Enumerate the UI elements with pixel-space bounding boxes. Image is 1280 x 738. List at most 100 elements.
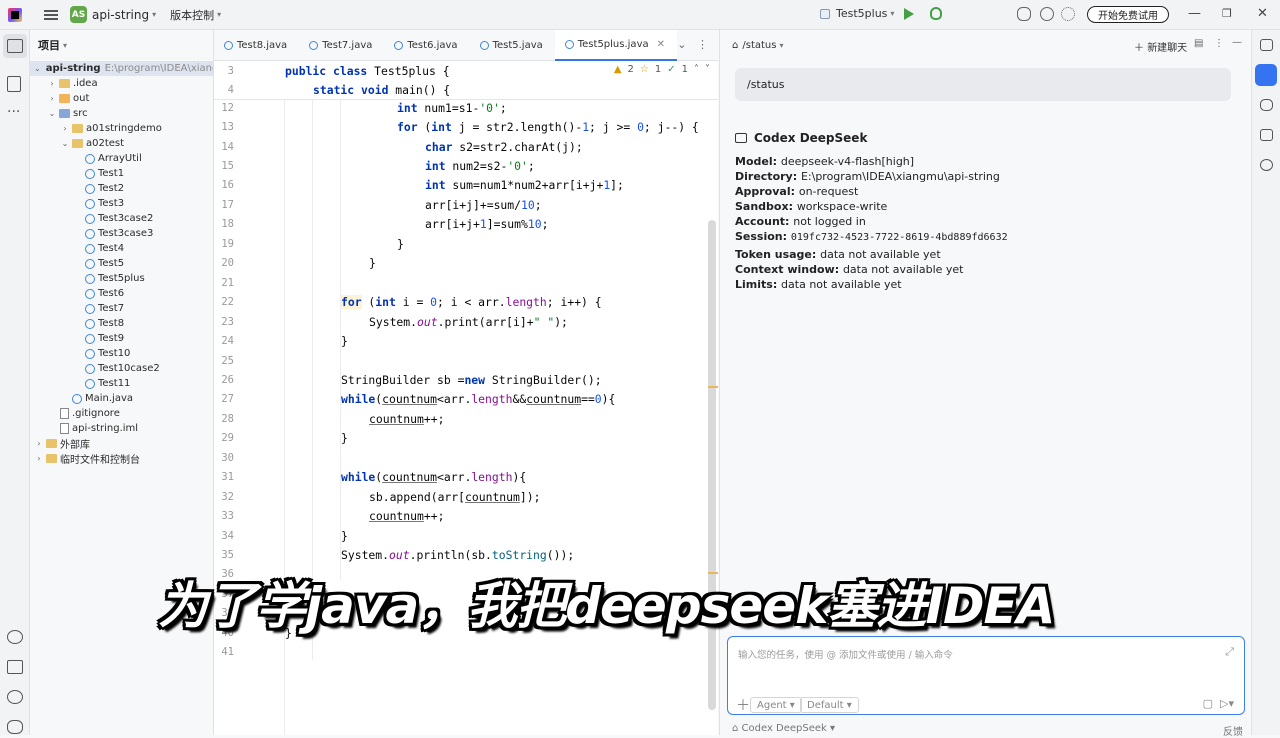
expand-toggle-icon[interactable]: ›: [47, 79, 57, 88]
code-text: int num2=s2-'0';: [425, 159, 535, 174]
tree-item[interactable]: ArrayUtil: [30, 151, 213, 166]
expand-toggle-icon[interactable]: ⌄: [34, 64, 41, 73]
warning-icon: ▲: [613, 64, 622, 75]
notifications-icon[interactable]: [1260, 39, 1273, 51]
add-context-icon[interactable]: ＋: [736, 695, 750, 715]
tree-item[interactable]: › 外部库: [30, 436, 213, 451]
tree-item[interactable]: Test5plus: [30, 271, 213, 286]
java-class-icon: [85, 318, 95, 329]
inspection-widget[interactable]: ▲ 2 ☆ 1 ✓ 1 ˄ ˅: [614, 64, 710, 75]
tree-item[interactable]: Test5: [30, 256, 213, 271]
structure-icon[interactable]: [7, 76, 21, 92]
folder-icon[interactable]: [7, 39, 23, 53]
chat-input[interactable]: 输入您的任务，使用 @ 添加文件或使用 / 输入命令 ⤢ ＋ Agent ▾ D…: [727, 636, 1245, 715]
model-dropdown[interactable]: Default ▾: [800, 697, 859, 713]
run-icon[interactable]: [904, 8, 914, 20]
chevron-up-icon[interactable]: ˄: [694, 64, 699, 75]
database-icon[interactable]: [1260, 99, 1273, 111]
tree-item[interactable]: Main.java: [30, 391, 213, 406]
tree-item[interactable]: › .idea: [30, 76, 213, 91]
tree-item-label: Test10case2: [98, 363, 160, 374]
editor-tab[interactable]: Test8.java: [214, 30, 299, 61]
tree-item[interactable]: api-string.iml: [30, 421, 213, 436]
main-menu-icon[interactable]: [44, 9, 58, 20]
send-icon[interactable]: ▢ ▷▾: [1203, 697, 1234, 710]
search-icon[interactable]: [1040, 7, 1054, 21]
more-tools-icon[interactable]: ···: [7, 104, 20, 120]
editor-tab-label: Test7.java: [322, 39, 373, 51]
minimize-icon[interactable]: —: [1188, 6, 1201, 21]
tree-item-label: Test11: [98, 378, 131, 389]
feedback-link[interactable]: 反馈: [1223, 723, 1243, 738]
assistant-icon[interactable]: [1260, 129, 1273, 141]
tree-item[interactable]: › a01stringdemo: [30, 121, 213, 136]
more-icon[interactable]: ⋮: [1214, 38, 1224, 49]
new-chat-button[interactable]: ＋ 新建聊天: [1134, 39, 1187, 54]
project-switcher[interactable]: api-string: [92, 8, 149, 22]
expand-toggle-icon[interactable]: ›: [34, 454, 44, 463]
problems-icon[interactable]: [7, 690, 23, 704]
tree-item[interactable]: .gitignore: [30, 406, 213, 421]
tree-item[interactable]: Test3case3: [30, 226, 213, 241]
provider-selector[interactable]: ⌂ Codex DeepSeek ▾: [732, 723, 835, 734]
close-tab-icon[interactable]: ✕: [657, 39, 665, 50]
debug-icon[interactable]: [930, 7, 942, 20]
expand-toggle-icon[interactable]: ›: [60, 124, 70, 133]
editor-tab[interactable]: Test5plus.java ✕: [554, 29, 677, 61]
terminal-icon[interactable]: [7, 660, 23, 674]
project-panel-header[interactable]: 项目 ▾: [30, 30, 213, 60]
expand-toggle-icon[interactable]: ›: [34, 439, 44, 448]
tree-item[interactable]: ⌄ src: [30, 106, 213, 121]
response-title: Codex DeepSeek: [735, 131, 867, 145]
tree-item-label: Test9: [98, 333, 125, 344]
tree-item[interactable]: Test3case2: [30, 211, 213, 226]
tree-item[interactable]: ⌄ a02test: [30, 136, 213, 151]
restore-icon[interactable]: ❐: [1222, 7, 1232, 20]
tree-item[interactable]: ⌄ api-stringE:\program\IDEA\xiangm: [30, 61, 213, 76]
layout-icon[interactable]: ▤: [1194, 38, 1203, 49]
expand-icon[interactable]: ⤢: [1225, 645, 1234, 659]
chat-title[interactable]: /status: [742, 40, 776, 51]
tree-item[interactable]: Test7: [30, 301, 213, 316]
ai-assistant-icon[interactable]: [1017, 7, 1031, 21]
tree-item[interactable]: › out: [30, 91, 213, 106]
run-config-selector[interactable]: Test5plus ▾: [820, 7, 894, 20]
tree-item[interactable]: Test9: [30, 331, 213, 346]
tree-item[interactable]: Test10: [30, 346, 213, 361]
editor-tab[interactable]: Test5.java: [470, 30, 555, 61]
mode-dropdown[interactable]: Agent ▾: [750, 697, 802, 713]
copilot-icon[interactable]: [1260, 159, 1273, 171]
tree-item[interactable]: Test8: [30, 316, 213, 331]
ai-chat-tool-button[interactable]: [1255, 64, 1277, 86]
tree-item[interactable]: Test11: [30, 376, 213, 391]
hide-panel-icon[interactable]: —: [1232, 37, 1242, 48]
code-line: 28 countnum++;: [214, 409, 718, 428]
expand-toggle-icon[interactable]: ›: [47, 94, 57, 103]
chevron-down-icon[interactable]: ˅: [705, 64, 710, 75]
code-line: 21: [214, 273, 718, 292]
robot-icon: [735, 133, 747, 143]
vcs-menu[interactable]: 版本控制: [170, 7, 214, 23]
tree-item[interactable]: Test10case2: [30, 361, 213, 376]
git-icon[interactable]: [7, 720, 23, 734]
code-line: 20}: [214, 254, 718, 273]
gear-icon[interactable]: [1061, 7, 1075, 21]
tree-item[interactable]: Test1: [30, 166, 213, 181]
expand-toggle-icon[interactable]: ⌄: [60, 139, 70, 148]
expand-toggle-icon[interactable]: ⌄: [47, 109, 57, 118]
tab-overflow-icon[interactable]: ⌄ ⋮: [677, 38, 708, 51]
tree-item[interactable]: › 临时文件和控制台: [30, 451, 213, 466]
editor-tab[interactable]: Test6.java: [384, 30, 469, 61]
editor-scrollbar[interactable]: [708, 220, 716, 710]
services-icon[interactable]: [7, 630, 23, 644]
tree-item[interactable]: Test3: [30, 196, 213, 211]
tree-item[interactable]: Test6: [30, 286, 213, 301]
tab-list: Test8.java Test7.java Test6.java Test5.java…: [214, 29, 677, 61]
close-icon[interactable]: ✕: [1257, 6, 1268, 21]
tree-item[interactable]: Test2: [30, 181, 213, 196]
editor-tab[interactable]: Test7.java: [299, 30, 384, 61]
right-tool-strip: [1251, 30, 1280, 735]
status-row: Limits: data not available yet: [735, 278, 902, 291]
start-free-trial-button[interactable]: 开始免费试用: [1087, 6, 1169, 23]
tree-item[interactable]: Test4: [30, 241, 213, 256]
